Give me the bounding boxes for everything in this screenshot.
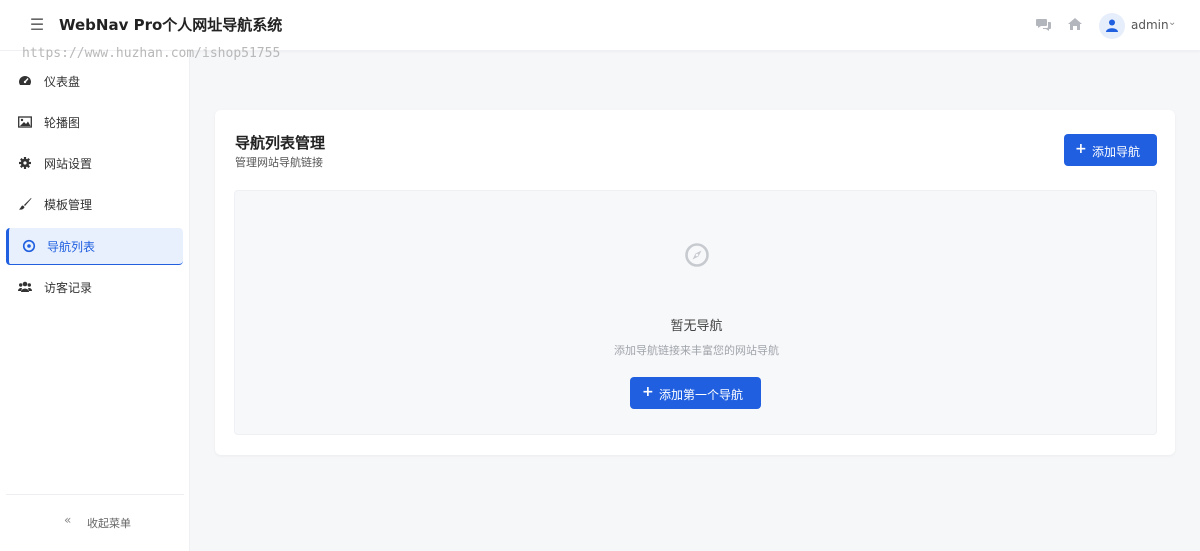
top-bar: ☰ WebNav Pro个人网址导航系统 admin ⌄ xyxy=(0,0,1200,51)
compass-icon xyxy=(684,242,710,268)
empty-state-description: 添加导航链接来丰富您的网站导航 xyxy=(614,344,779,357)
dashboard-icon xyxy=(18,74,32,88)
plus-icon: + xyxy=(642,384,654,400)
app-title: WebNav Pro个人网址导航系统 xyxy=(59,16,283,34)
collapse-menu-label: 收起菜单 xyxy=(87,517,131,530)
username: admin xyxy=(1131,18,1169,32)
sidebar-item-site-settings[interactable]: 网站设置 xyxy=(6,145,183,182)
sidebar-item-templates[interactable]: 模板管理 xyxy=(6,186,183,223)
sidebar-item-visitors[interactable]: 访客记录 xyxy=(6,269,183,306)
sidebar-item-label: 访客记录 xyxy=(44,281,93,295)
page-title: 导航列表管理 xyxy=(235,134,326,152)
add-first-nav-button-label: 添加第一个导航 xyxy=(659,388,744,402)
page-subtitle: 管理网站导航链接 xyxy=(235,156,323,169)
empty-state: 暂无导航 添加导航链接来丰富您的网站导航 + 添加第一个导航 xyxy=(234,190,1157,435)
sidebar-item-nav-list[interactable]: 导航列表 xyxy=(6,228,183,265)
home-icon[interactable] xyxy=(1067,16,1083,32)
empty-state-title: 暂无导航 xyxy=(670,319,723,334)
divider xyxy=(6,494,184,495)
gear-icon xyxy=(18,156,32,170)
sidebar-item-label: 模板管理 xyxy=(44,198,93,212)
brush-icon xyxy=(18,197,32,211)
sidebar-item-label: 网站设置 xyxy=(44,157,93,171)
avatar xyxy=(1099,13,1125,39)
double-chevron-left-icon: « xyxy=(64,513,72,527)
plus-icon: + xyxy=(1075,141,1087,157)
compass-icon xyxy=(22,239,36,253)
sidebar-item-carousel[interactable]: 轮播图 xyxy=(6,104,183,141)
chevron-down-icon: ⌄ xyxy=(1168,17,1177,28)
sidebar-item-label: 导航列表 xyxy=(47,240,96,254)
sidebar-item-label: 轮播图 xyxy=(44,116,81,130)
image-icon xyxy=(18,115,32,129)
menu-icon[interactable]: ☰ xyxy=(28,16,46,34)
sidebar-item-label: 仪表盘 xyxy=(44,75,81,89)
watermark: https://www.huzhan.com/ishop51755 xyxy=(22,46,281,61)
add-nav-button-label: 添加导航 xyxy=(1092,145,1141,159)
add-first-nav-button[interactable]: + 添加第一个导航 xyxy=(630,377,761,409)
add-nav-button[interactable]: + 添加导航 xyxy=(1064,134,1157,166)
sidebar: 仪表盘 轮播图 网站设置 模板管理 导航列表 访客记录 « 收起菜单 xyxy=(0,51,190,551)
sidebar-item-dashboard[interactable]: 仪表盘 xyxy=(6,63,183,100)
nav-list-card: 导航列表管理 管理网站导航链接 + 添加导航 暂无导航 添加导航链接来丰富您的网… xyxy=(215,110,1175,455)
chat-icon[interactable] xyxy=(1036,16,1052,32)
user-icon xyxy=(1106,19,1118,32)
users-icon xyxy=(18,280,32,294)
